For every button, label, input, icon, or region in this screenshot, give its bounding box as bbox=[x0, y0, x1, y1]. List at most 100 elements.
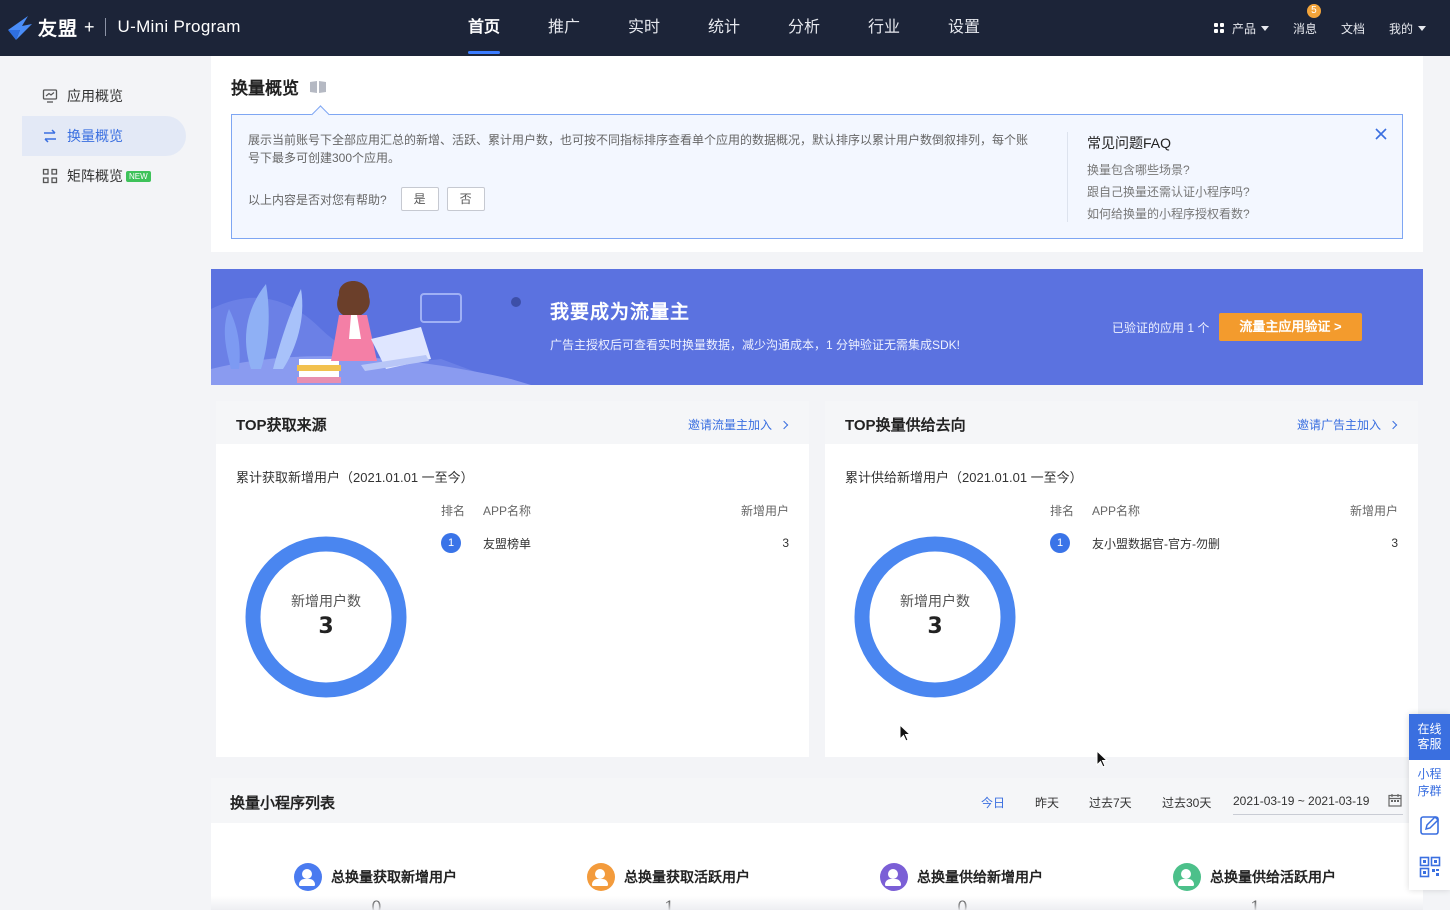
mouse-cursor-icon bbox=[899, 724, 912, 742]
column-header-rank: 排名 bbox=[1050, 504, 1075, 518]
woman-laptop-illustration bbox=[211, 281, 531, 385]
caret-down-icon bbox=[1418, 25, 1426, 31]
product-name: U-Mini Program bbox=[117, 17, 241, 36]
calendar-icon[interactable] bbox=[1388, 793, 1402, 807]
account-dropdown[interactable]: 我的 bbox=[1389, 20, 1426, 37]
new-users-cell: 3 bbox=[782, 536, 789, 550]
help-description: 展示当前账号下全部应用汇总的新增、活跃、累计用户数，也可按不同指标排序查看单个应… bbox=[248, 133, 1029, 165]
verified-apps-count: 已验证的应用 1 个 bbox=[1112, 321, 1210, 335]
range-yesterday-button[interactable]: 昨天 bbox=[1035, 794, 1059, 811]
stat-label: 总换量获取活跃用户 bbox=[624, 869, 750, 885]
column-header-new-users: 新增用户 bbox=[1349, 504, 1398, 518]
mini-program-group-button[interactable]: 小程 序群 bbox=[1409, 766, 1450, 800]
invite-link-label: 邀请广告主加入 bbox=[1296, 418, 1381, 432]
chevron-right-icon bbox=[779, 420, 789, 429]
main-nav: 首页 推广 实时 统计 分析 行业 设置 bbox=[444, 0, 1004, 56]
nav-realtime[interactable]: 实时 bbox=[604, 0, 684, 56]
nav-industry[interactable]: 行业 bbox=[844, 0, 924, 56]
range-today-button[interactable]: 今日 bbox=[981, 794, 1005, 811]
monitor-icon bbox=[42, 89, 58, 103]
helpful-question: 以上内容是否对您有帮助? bbox=[248, 192, 387, 207]
yes-button[interactable]: 是 bbox=[400, 187, 439, 211]
rank-table: 排名 APP名称 新增用户 1 友盟榜单 3 bbox=[441, 502, 789, 558]
sidebar-item-label: 换量概览 bbox=[67, 128, 123, 144]
stat-label: 总换量获取新增用户 bbox=[331, 869, 457, 885]
range-7days-button[interactable]: 过去7天 bbox=[1089, 794, 1132, 811]
sidebar-item-exchange-overview[interactable]: 换量概览 bbox=[22, 116, 186, 156]
stat-label: 总换量供给新增用户 bbox=[917, 869, 1043, 885]
stat-acquired-active-users: 总换量获取活跃用户 bbox=[587, 863, 750, 891]
messages-link[interactable]: 消息 5 bbox=[1292, 3, 1321, 37]
faq-divider bbox=[1067, 132, 1068, 222]
exchange-list-card: 换量小程序列表 今日 昨天 过去7天 过去30天 2021-03-19 ~ 20… bbox=[211, 778, 1423, 910]
user-active-icon bbox=[587, 863, 615, 891]
table-header: 排名 APP名称 新增用户 bbox=[1050, 502, 1398, 522]
floating-help-bar: 在线 客服 小程 序群 bbox=[1409, 714, 1450, 890]
table-header: 排名 APP名称 新增用户 bbox=[441, 502, 789, 522]
user-supply-icon bbox=[880, 863, 908, 891]
no-button[interactable]: 否 bbox=[446, 187, 485, 211]
top-supply-panel: TOP换量供给去向 邀请广告主加入 累计供给新增用户（2021.01.01 一至… bbox=[825, 401, 1418, 757]
helpful-feedback: 以上内容是否对您有帮助? 是 否 bbox=[248, 187, 485, 211]
caret-down-icon bbox=[1260, 25, 1269, 31]
nav-statistics[interactable]: 统计 bbox=[684, 0, 764, 56]
exchange-icon bbox=[44, 129, 56, 143]
stat-supplied-active-users: 总换量供给活跃用户 bbox=[1173, 863, 1336, 891]
table-row: 1 友盟榜单 3 bbox=[441, 528, 789, 558]
account-label: 我的 bbox=[1388, 21, 1413, 36]
list-header: 换量小程序列表 今日 昨天 过去7天 过去30天 2021-03-19 ~ 20… bbox=[211, 778, 1423, 823]
faq-link[interactable]: 如何给换量的小程序授权看数? bbox=[1087, 203, 1250, 225]
banner-title: 我要成为流量主 bbox=[550, 302, 691, 323]
page-title: 换量概览 bbox=[231, 74, 327, 99]
stat-acquired-new-users: 总换量获取新增用户 bbox=[294, 863, 457, 891]
donut-label: 新增用户数 bbox=[291, 593, 361, 609]
list-title: 换量小程序列表 bbox=[230, 795, 336, 812]
rank-badge: 1 bbox=[441, 533, 461, 553]
user-check-icon bbox=[1173, 863, 1201, 891]
nav-promotion[interactable]: 推广 bbox=[524, 0, 604, 56]
book-icon[interactable] bbox=[309, 80, 327, 94]
top-sources-panel: TOP获取来源 邀请流量主加入 累计获取新增用户（2021.01.01 一至今）… bbox=[216, 401, 809, 757]
faq-title: 常见问题FAQ bbox=[1087, 135, 1172, 151]
messages-label: 消息 bbox=[1292, 21, 1317, 36]
brand-logo[interactable]: 友盟 + U-Mini Program bbox=[6, 10, 241, 44]
products-dropdown[interactable]: 产品 bbox=[1213, 20, 1269, 37]
sidebar-item-label: 矩阵概览 bbox=[67, 168, 123, 184]
sidebar-item-matrix-overview[interactable]: 矩阵概览 NEW bbox=[22, 156, 186, 196]
help-info-box: 展示当前账号下全部应用汇总的新增、活跃、累计用户数，也可按不同指标排序查看单个应… bbox=[231, 114, 1403, 239]
traffic-owner-banner: 我要成为流量主 广告主授权后可查看实时换量数据，减少沟通成本，1 分钟验证无需集… bbox=[211, 269, 1423, 385]
sidebar-item-app-overview[interactable]: 应用概览 bbox=[22, 76, 186, 116]
nav-settings[interactable]: 设置 bbox=[924, 0, 1004, 56]
range-30days-button[interactable]: 过去30天 bbox=[1162, 794, 1211, 811]
invite-advertiser-link[interactable]: 邀请广告主加入 bbox=[1296, 416, 1398, 433]
verify-traffic-app-button[interactable]: 流量主应用验证 > bbox=[1219, 313, 1362, 341]
new-users-cell: 3 bbox=[1391, 536, 1398, 550]
close-icon[interactable] bbox=[1374, 127, 1388, 141]
edit-feedback-icon[interactable] bbox=[1419, 814, 1441, 836]
donut-value: 3 bbox=[927, 614, 943, 639]
scroll-fade bbox=[211, 896, 1423, 910]
faq-link[interactable]: 跟自己换量还需认证小程序吗? bbox=[1087, 181, 1250, 203]
nav-home[interactable]: 首页 bbox=[444, 0, 524, 56]
page-title-text: 换量概览 bbox=[231, 79, 299, 98]
matrix-icon bbox=[42, 168, 58, 184]
faq-link[interactable]: 换量包含哪些场景? bbox=[1087, 159, 1250, 181]
faq-section: 常见问题FAQ 换量包含哪些场景? 跟自己换量还需认证小程序吗? 如何给换量的小… bbox=[1087, 133, 1250, 225]
column-header-rank: 排名 bbox=[441, 504, 466, 518]
panel-title: TOP获取来源 bbox=[236, 417, 327, 434]
nav-analysis[interactable]: 分析 bbox=[764, 0, 844, 56]
brand-name: 友盟 bbox=[38, 18, 79, 40]
invite-traffic-owner-link[interactable]: 邀请流量主加入 bbox=[688, 416, 789, 433]
panel-title: TOP换量供给去向 bbox=[845, 417, 966, 434]
mouse-cursor-icon bbox=[1096, 750, 1109, 768]
docs-link[interactable]: 文档 bbox=[1341, 20, 1365, 37]
panel-subtitle: 累计供给新增用户（2021.01.01 一至今） bbox=[845, 470, 1083, 485]
date-range-input[interactable]: 2021-03-19 ~ 2021-03-19 bbox=[1233, 787, 1403, 815]
qr-code-icon[interactable] bbox=[1419, 856, 1441, 878]
panel-subtitle: 累计获取新增用户（2021.01.01 一至今） bbox=[236, 470, 474, 485]
umeng-logo-icon bbox=[8, 16, 32, 40]
stat-supplied-new-users: 总换量供给新增用户 bbox=[880, 863, 1043, 891]
table-row: 1 友小盟数据官-官方-勿删 3 bbox=[1050, 528, 1398, 558]
top-navbar: 友盟 + U-Mini Program 首页 推广 实时 统计 分析 行业 设置… bbox=[0, 0, 1450, 56]
online-service-button[interactable]: 在线 客服 bbox=[1409, 714, 1450, 760]
